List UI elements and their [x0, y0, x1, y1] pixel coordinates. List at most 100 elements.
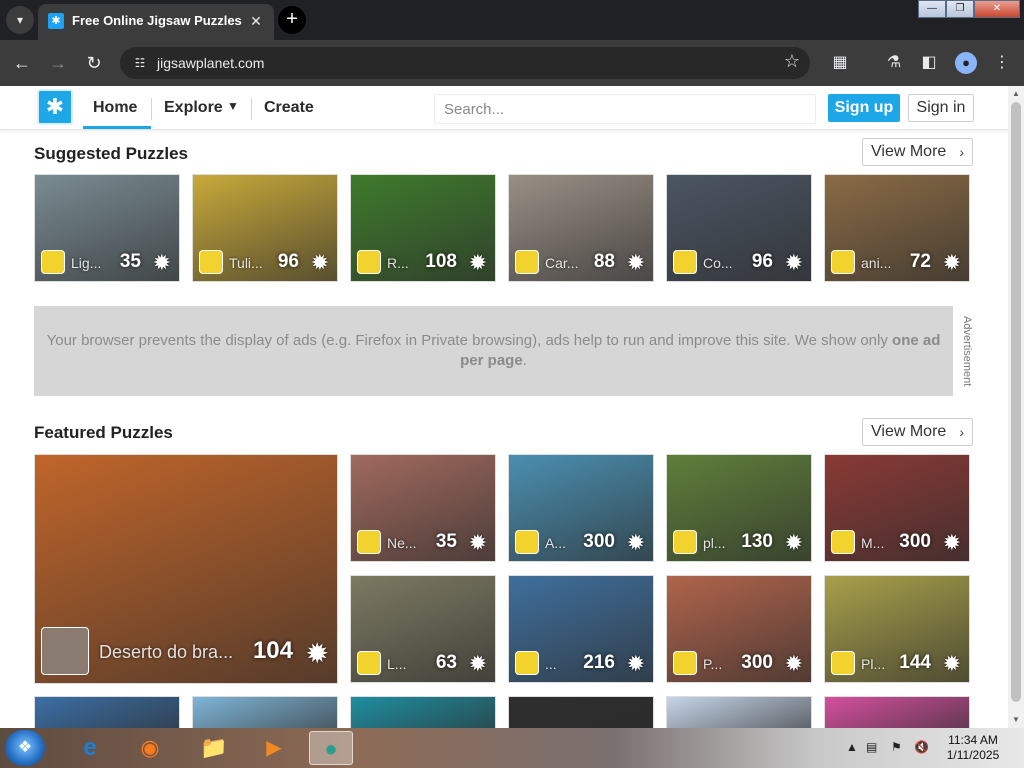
start-button[interactable]: ❖: [5, 730, 45, 766]
nav-create[interactable]: Create: [264, 99, 314, 117]
puzzle-piece-icon: ✹: [305, 638, 329, 669]
search-input[interactable]: [434, 94, 816, 124]
featured-view-more-button[interactable]: View More ›: [862, 418, 973, 446]
clock-time: 11:34 AM: [948, 733, 998, 747]
piece-count: 35: [119, 251, 141, 272]
puzzle-thumbnail[interactable]: Co... 96 ✹: [666, 174, 812, 282]
nav-home[interactable]: Home: [93, 99, 137, 117]
tray-overflow-icon[interactable]: ▲: [846, 740, 858, 754]
web-page: ✱ Home Explore ▼ Create Sign up Sign in …: [0, 86, 1008, 728]
side-panel-icon[interactable]: ◧: [918, 52, 940, 74]
volume-muted-icon[interactable]: 🔇: [914, 740, 929, 754]
firefox-icon[interactable]: ◉: [128, 731, 172, 765]
puzzle-thumbnail[interactable]: L... 63 ✹: [350, 575, 496, 683]
puzzle-thumbnail[interactable]: [192, 696, 338, 728]
extensions-icon[interactable]: ▦: [829, 52, 851, 74]
puzzle-thumbnail[interactable]: [666, 696, 812, 728]
back-icon[interactable]: ←: [11, 52, 33, 74]
puzzle-thumbnail[interactable]: Lig... 35 ✹: [34, 174, 180, 282]
tab-search-button[interactable]: ▾: [6, 6, 34, 34]
profile-avatar-icon[interactable]: ●: [955, 52, 977, 74]
chevron-right-icon: ›: [959, 144, 964, 160]
puzzle-thumbnail[interactable]: R... 108 ✹: [350, 174, 496, 282]
ad-text: Your browser prevents the display of ads…: [46, 332, 888, 349]
internet-explorer-icon[interactable]: e: [68, 731, 112, 765]
piece-count: 300: [899, 531, 931, 552]
author-avatar[interactable]: [41, 250, 65, 274]
system-clock[interactable]: 11:34 AM 1/11/2025: [938, 733, 1008, 763]
author-avatar[interactable]: [357, 651, 381, 675]
puzzle-thumbnail[interactable]: Tuli... 96 ✹: [192, 174, 338, 282]
puzzle-thumbnail[interactable]: P... 300 ✹: [666, 575, 812, 683]
close-window-button[interactable]: ✕: [974, 0, 1020, 18]
active-nav-indicator: [83, 126, 151, 129]
active-tab[interactable]: ✱ Free Online Jigsaw Puzzles ✕: [38, 4, 274, 40]
piece-count: 108: [425, 251, 457, 272]
media-player-icon[interactable]: ▶: [252, 731, 296, 765]
puzzle-thumbnail[interactable]: [508, 696, 654, 728]
browser-toolbar: ← → ↻ ☷ jigsawplanet.com ☆ ▦ ⚗ ◧ ● ⋮: [0, 40, 1024, 86]
action-center-flag-icon[interactable]: ⚑: [891, 740, 902, 754]
close-tab-icon[interactable]: ✕: [246, 11, 266, 31]
author-avatar[interactable]: [831, 250, 855, 274]
new-tab-button[interactable]: +: [278, 6, 306, 34]
piece-count: 72: [909, 251, 931, 272]
url-text: jigsawplanet.com: [157, 55, 265, 71]
puzzle-thumbnail[interactable]: ... 216 ✹: [508, 575, 654, 683]
puzzle-title: Pl...: [861, 656, 886, 672]
author-avatar[interactable]: [515, 651, 539, 675]
nav-explore[interactable]: Explore: [164, 99, 223, 117]
author-avatar[interactable]: [357, 250, 381, 274]
puzzle-thumbnail[interactable]: A... 300 ✹: [508, 454, 654, 562]
author-avatar[interactable]: [673, 250, 697, 274]
puzzle-title: Tuli...: [229, 255, 263, 271]
minimize-button[interactable]: —: [918, 0, 946, 18]
piece-count: 88: [593, 251, 615, 272]
author-avatar[interactable]: [673, 530, 697, 554]
site-info-icon[interactable]: ☷: [132, 55, 148, 71]
tab-strip: ▾ ✱ Free Online Jigsaw Puzzles ✕ + — ❐ ✕: [0, 0, 1024, 40]
puzzle-thumbnail[interactable]: [34, 696, 180, 728]
puzzle-thumbnail[interactable]: Ne... 35 ✹: [350, 454, 496, 562]
author-avatar[interactable]: [831, 530, 855, 554]
author-avatar[interactable]: [673, 651, 697, 675]
puzzle-thumbnail[interactable]: Car... 88 ✹: [508, 174, 654, 282]
puzzle-title: L...: [387, 656, 407, 672]
puzzle-thumbnail[interactable]: Pl... 144 ✹: [824, 575, 970, 683]
scroll-down-arrow-icon[interactable]: ▼: [1008, 712, 1024, 728]
puzzle-thumbnail[interactable]: [824, 696, 970, 728]
author-avatar[interactable]: [41, 627, 89, 675]
file-explorer-icon[interactable]: 📁: [192, 731, 236, 765]
suggested-view-more-button[interactable]: View More ›: [862, 138, 973, 166]
puzzle-thumbnail[interactable]: ani... 72 ✹: [824, 174, 970, 282]
puzzle-piece-icon: ✹: [942, 250, 961, 275]
piece-count: 216: [583, 652, 615, 673]
author-avatar[interactable]: [515, 250, 539, 274]
puzzle-title: Ne...: [387, 535, 417, 551]
author-avatar[interactable]: [515, 530, 539, 554]
reload-icon[interactable]: ↻: [83, 52, 105, 74]
labs-flask-icon[interactable]: ⚗: [883, 52, 905, 74]
forward-icon[interactable]: →: [47, 52, 69, 74]
puzzle-thumbnail[interactable]: [350, 696, 496, 728]
chrome-app-icon[interactable]: ●: [309, 731, 353, 765]
address-bar[interactable]: ☷ jigsawplanet.com ☆: [120, 47, 810, 79]
author-avatar[interactable]: [831, 651, 855, 675]
jigsawplanet-logo-icon[interactable]: ✱: [37, 89, 73, 125]
explore-caret-icon[interactable]: ▼: [227, 99, 239, 113]
page-scrollbar[interactable]: ▲ ▼: [1008, 86, 1024, 728]
scroll-thumb[interactable]: [1011, 102, 1021, 702]
bookmark-star-icon[interactable]: ☆: [784, 51, 800, 72]
signin-button[interactable]: Sign in: [908, 94, 974, 122]
menu-kebab-icon[interactable]: ⋮: [991, 52, 1013, 74]
puzzle-thumbnail[interactable]: Deserto do bra... 104 ✹: [34, 454, 338, 684]
maximize-button[interactable]: ❐: [946, 0, 974, 18]
author-avatar[interactable]: [199, 250, 223, 274]
author-avatar[interactable]: [357, 530, 381, 554]
scroll-up-arrow-icon[interactable]: ▲: [1008, 86, 1024, 102]
network-icon[interactable]: ▤: [866, 740, 877, 754]
puzzle-thumbnail[interactable]: M... 300 ✹: [824, 454, 970, 562]
puzzle-title: Co...: [703, 255, 733, 271]
signup-button[interactable]: Sign up: [828, 94, 900, 122]
puzzle-thumbnail[interactable]: pl... 130 ✹: [666, 454, 812, 562]
